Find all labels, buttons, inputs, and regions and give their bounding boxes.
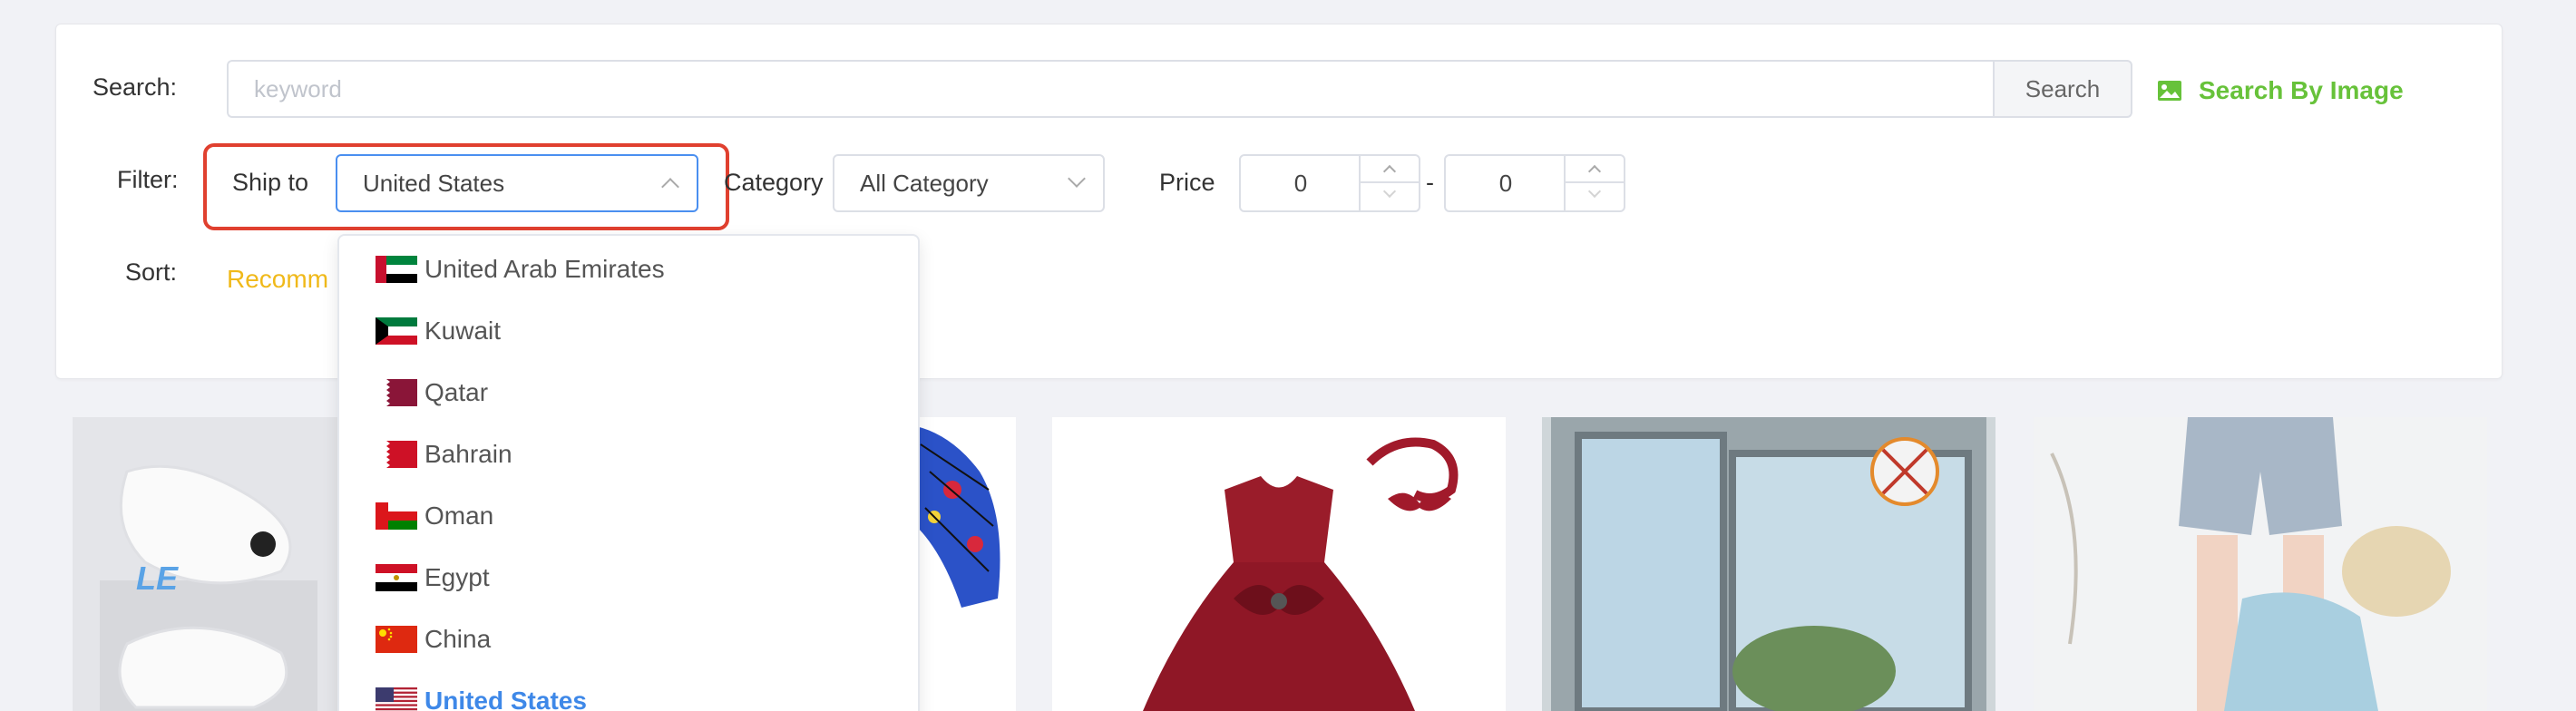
price-max-stepper [1564,156,1624,210]
country-option-label: Kuwait [424,317,502,345]
price-max-decrease-button[interactable] [1566,183,1624,210]
country-option[interactable]: Kuwait [376,308,501,354]
price-separator: - [1426,169,1434,196]
us-flag-icon [376,687,417,711]
window-screen-product-image [1542,417,1995,711]
product-card[interactable] [1542,417,1995,711]
bahrain-flag-icon [376,441,417,468]
product-card[interactable] [2034,417,2487,711]
chevron-up-icon [1587,164,1602,179]
price-max-value: 0 [1498,169,1513,197]
price-min-stepper [1359,156,1419,210]
chevron-up-icon [661,178,679,196]
price-min-value: 0 [1293,169,1308,197]
denim-shorts-product-image [2034,417,2487,711]
chevron-up-icon [1382,164,1397,179]
country-option[interactable]: Oman [376,493,493,539]
svg-text:LE: LE [136,560,179,597]
category-label: Category [724,169,824,196]
price-min-input[interactable]: 0 [1239,154,1420,212]
country-option[interactable]: Qatar [376,370,488,415]
country-option[interactable]: China [376,617,491,662]
country-option-selected[interactable]: United States [376,678,587,711]
kuwait-flag-icon [376,317,417,345]
chevron-down-icon [1587,184,1602,199]
red-dress-product-image [1052,417,1506,711]
ship-to-value: United States [363,169,505,197]
oman-flag-icon [376,502,417,530]
country-option-label: Oman [424,502,494,530]
country-option[interactable]: Bahrain [376,432,512,477]
search-by-image-label: Search By Image [2199,76,2404,104]
uae-flag-icon [376,256,417,283]
country-option-label: United Arab Emirates [424,255,665,283]
country-option-label: United States [424,687,587,711]
price-max-increase-button[interactable] [1566,156,1624,183]
sort-option-recommended[interactable]: Recomm [227,265,328,294]
country-option[interactable]: Egypt [376,555,490,600]
search-bar: Search [227,60,2132,118]
country-option-label: Bahrain [424,440,512,468]
country-option[interactable]: United Arab Emirates [376,247,665,292]
search-button[interactable]: Search [1993,60,2132,118]
price-min-decrease-button[interactable] [1361,183,1419,210]
chevron-down-icon [1382,184,1397,199]
price-label: Price [1159,169,1215,196]
chevron-down-icon [1068,170,1086,188]
qatar-flag-icon [376,379,417,406]
china-flag-icon [376,626,417,653]
category-select[interactable]: All Category [833,154,1105,212]
filter-label: Filter: [117,166,179,193]
country-option-label: China [424,625,492,653]
country-option-label: Egypt [424,563,490,591]
category-value: All Category [860,169,989,197]
price-max-input[interactable]: 0 [1444,154,1625,212]
sort-label: Sort: [125,258,178,286]
ship-to-label: Ship to [232,169,309,196]
ship-to-select[interactable]: United States [336,154,698,212]
price-min-increase-button[interactable] [1361,156,1419,183]
egypt-flag-icon [376,564,417,591]
image-icon [2158,81,2181,101]
country-option-label: Qatar [424,378,489,406]
product-card[interactable] [1052,417,1506,711]
search-label: Search: [93,73,178,101]
ship-to-dropdown: United Arab Emirates Kuwait Qatar Bahrai… [337,234,920,711]
search-input[interactable] [227,60,1995,118]
search-by-image-button[interactable]: Search By Image [2157,74,2404,107]
